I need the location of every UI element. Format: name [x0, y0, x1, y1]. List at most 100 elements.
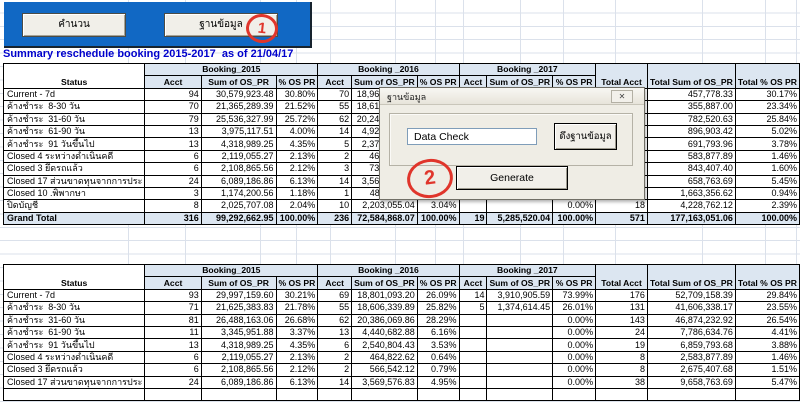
- header-cell: Sum of OS_PR: [352, 277, 418, 289]
- value-cell: 566,542.12: [352, 364, 418, 376]
- status-cell: ค้างชำระ 8-30 วัน: [4, 101, 145, 113]
- header-cell: Acct: [145, 277, 201, 289]
- value-cell: 4,440,682.88: [352, 326, 418, 338]
- value-cell: 1.46%: [735, 351, 799, 363]
- table-row: Grand Total31699,292,662.95100.00%23672,…: [4, 212, 800, 224]
- value-cell: 0.00%: [553, 351, 596, 363]
- table-row: ค้างชำระ 61-90 วัน113,345,951.883.37%134…: [4, 326, 800, 338]
- value-cell: 177,163,051.06: [647, 212, 735, 224]
- summary-table-2-wrap: StatusBooking_2015Booking _2016Booking _…: [3, 264, 800, 401]
- value-cell: 316: [145, 212, 201, 224]
- value-cell: 3,910,905.59: [487, 289, 553, 301]
- value-cell: 2,583,877.89: [647, 351, 735, 363]
- value-cell: 81: [145, 314, 201, 326]
- value-cell: [459, 339, 487, 351]
- value-cell: 571: [596, 212, 648, 224]
- value-cell: [459, 351, 487, 363]
- table-row: ค้างชำระ 91 วันขึ้นไป134,318,989.254.35%…: [4, 339, 800, 351]
- value-cell: 5: [318, 138, 352, 150]
- generate-button[interactable]: Generate: [456, 166, 568, 190]
- value-cell: 0.64%: [417, 351, 459, 363]
- value-cell: 2,108,865.56: [201, 364, 276, 376]
- value-cell: 457,778.33: [647, 88, 735, 100]
- value-cell: 782,520.63: [647, 113, 735, 125]
- value-cell: [487, 200, 553, 212]
- calculate-button[interactable]: คำนวน: [22, 13, 126, 37]
- value-cell: 1,663,356.62: [647, 187, 735, 199]
- value-cell: 19: [596, 339, 648, 351]
- value-cell: 2,203,055.04: [352, 200, 418, 212]
- header-cell: Total % OS PR: [735, 265, 799, 290]
- table-row: ค้างชำระ 8-30 วัน7121,625,383.8321.78%55…: [4, 302, 800, 314]
- value-cell: 21.52%: [276, 101, 318, 113]
- data-check-input[interactable]: [407, 128, 537, 145]
- value-cell: 21,365,289.39: [201, 101, 276, 113]
- value-cell: 6: [145, 163, 201, 175]
- header-cell: Total Acct: [596, 265, 648, 290]
- value-cell: 3,345,951.88: [201, 326, 276, 338]
- status-cell: Closed 3 ยึดรถแล้ว: [4, 364, 145, 376]
- value-cell: 2,675,407.68: [647, 364, 735, 376]
- value-cell: 30.21%: [276, 289, 318, 301]
- value-cell: [459, 200, 487, 212]
- value-cell: 14: [318, 376, 352, 388]
- value-cell: 3.04%: [417, 200, 459, 212]
- value-cell: 19: [459, 212, 487, 224]
- value-cell: [487, 388, 553, 400]
- value-cell: 18,801,093.20: [352, 289, 418, 301]
- status-cell: Current - 7d: [4, 289, 145, 301]
- value-cell: 26,488,163.06: [201, 314, 276, 326]
- status-cell: ค้างชำระ 61-90 วัน: [4, 125, 145, 137]
- value-cell: 5.45%: [735, 175, 799, 187]
- value-cell: 4.35%: [276, 339, 318, 351]
- value-cell: 176: [596, 289, 648, 301]
- value-cell: 658,763.69: [647, 175, 735, 187]
- value-cell: 100.00%: [553, 212, 596, 224]
- value-cell: 1.18%: [276, 187, 318, 199]
- close-icon[interactable]: ✕: [611, 90, 633, 103]
- status-cell: Closed 4 ระหว่างดำเนินคดี: [4, 150, 145, 162]
- value-cell: 4.00%: [276, 125, 318, 137]
- value-cell: 13: [145, 125, 201, 137]
- value-cell: [487, 364, 553, 376]
- page-title: Summary reschedule booking 2015-2017 as …: [3, 48, 293, 60]
- header-cell: Total % OS PR: [735, 64, 799, 89]
- value-cell: 5: [459, 302, 487, 314]
- dialog-title: ฐานข้อมูล: [387, 90, 426, 104]
- value-cell: 14: [318, 175, 352, 187]
- value-cell: 30,579,923.48: [201, 88, 276, 100]
- value-cell: 3: [145, 187, 201, 199]
- value-cell: 24: [596, 326, 648, 338]
- value-cell: 24: [145, 175, 201, 187]
- dialog-titlebar[interactable]: ฐานข้อมูล ✕: [380, 88, 644, 105]
- value-cell: 2.04%: [276, 200, 318, 212]
- value-cell: 79: [145, 113, 201, 125]
- header-cell: Sum of OS_PR: [487, 277, 553, 289]
- header-cell: % OS PR: [276, 76, 318, 88]
- value-cell: 9,658,763.69: [647, 376, 735, 388]
- table-row: Current - 7d9329,997,159.6030.21%6918,80…: [4, 289, 800, 301]
- value-cell: 0.00%: [553, 376, 596, 388]
- value-cell: [417, 388, 459, 400]
- status-cell: Grand Total: [4, 212, 145, 224]
- value-cell: 29,997,159.60: [201, 289, 276, 301]
- value-cell: 0.00%: [553, 339, 596, 351]
- value-cell: 131: [596, 302, 648, 314]
- value-cell: 2: [318, 351, 352, 363]
- header-cell: Booking _2016: [318, 64, 459, 76]
- status-cell: ปิดบัญชี: [4, 200, 145, 212]
- value-cell: 70: [318, 88, 352, 100]
- value-cell: 25,536,327.99: [201, 113, 276, 125]
- value-cell: 100.00%: [735, 212, 799, 224]
- value-cell: 8: [596, 351, 648, 363]
- fetch-database-button[interactable]: ดึงฐานข้อมูล: [554, 123, 617, 150]
- value-cell: 30.17%: [735, 88, 799, 100]
- value-cell: 14: [318, 125, 352, 137]
- value-cell: 100.00%: [276, 212, 318, 224]
- value-cell: [459, 314, 487, 326]
- value-cell: 69: [318, 289, 352, 301]
- value-cell: 3.53%: [417, 339, 459, 351]
- value-cell: 6: [145, 351, 201, 363]
- value-cell: [487, 326, 553, 338]
- value-cell: 29.84%: [735, 289, 799, 301]
